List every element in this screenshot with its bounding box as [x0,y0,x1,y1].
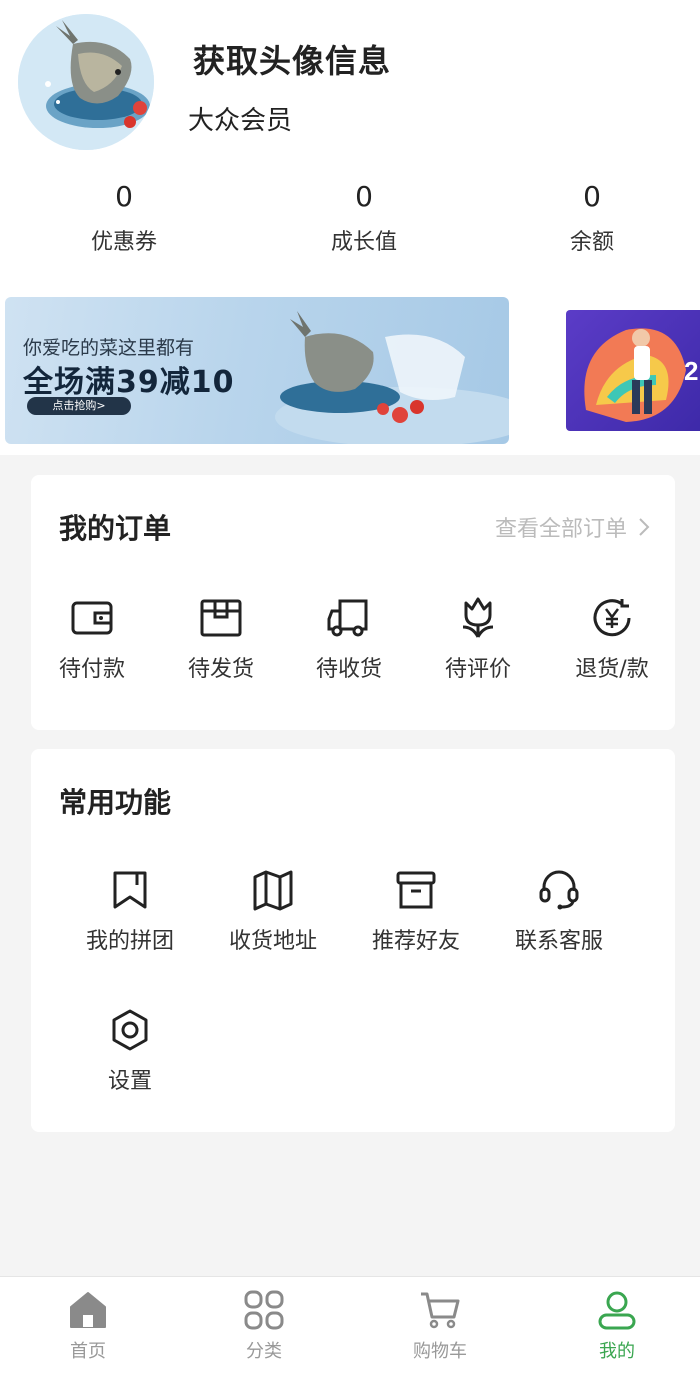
function-group-buy[interactable]: 我的拼团 [70,867,190,955]
view-all-label: 查看全部订单 [494,517,627,542]
stat-value: 0 [583,180,601,213]
svg-text:2: 2 [684,356,698,386]
order-refund[interactable]: 退货/款 [552,595,672,683]
stat-growth[interactable]: 0 成长值 [284,180,444,256]
order-pending-review[interactable]: 待评价 [418,595,538,683]
function-item-label: 我的拼团 [85,929,174,954]
wallet-icon [71,601,113,635]
function-item-label: 推荐好友 [371,929,460,954]
banner-headline: 全场满39减10 [23,365,235,400]
banner-illustration: 2 [584,328,698,422]
bottom-tab-bar: 首页 分类 购物车 我的 [0,1276,700,1378]
bookmark-icon [113,871,147,909]
order-item-label: 待付款 [58,657,125,682]
stat-value: 0 [355,180,373,213]
hexagon-settings-icon [112,1009,148,1051]
member-level: 大众会员 [188,106,293,136]
profile-page: 获取头像信息 大众会员 0 优惠券 0 成长值 0 余额 你爱吃的菜这里都有 全… [0,0,700,1378]
cart-icon [421,1292,460,1329]
category-grid-icon [244,1290,284,1330]
function-item-label: 联系客服 [514,929,603,954]
stat-value: 0 [115,180,133,213]
tab-label: 购物车 [413,1341,467,1362]
order-item-label: 待发货 [187,657,254,682]
promo-banner[interactable]: 你爱吃的菜这里都有 全场满39减10 点击抢购> [5,297,509,444]
order-pending-receipt[interactable]: 待收货 [289,595,409,683]
tab-label: 我的 [599,1341,635,1362]
stat-coupons[interactable]: 0 优惠券 [44,180,204,256]
user-icon [598,1291,636,1330]
function-invite-friend[interactable]: 推荐好友 [356,867,476,955]
tab-mine[interactable]: 我的 [557,1289,677,1363]
function-item-label: 设置 [107,1069,152,1094]
stat-balance[interactable]: 0 余额 [512,180,672,256]
function-settings[interactable]: 设置 [70,1007,190,1095]
tulip-icon [462,597,494,638]
order-item-label: 待评价 [444,657,511,682]
orders-card: 我的订单 查看全部订单 待付款 待发货 待收货 待评价 退货/款 [31,475,675,730]
banner-cta-button[interactable]: 点击抢购> [27,397,131,415]
yuan-refund-icon [593,599,631,637]
tab-cart[interactable]: 购物车 [380,1289,500,1363]
tab-category[interactable]: 分类 [204,1289,324,1363]
stat-label: 成长值 [330,230,397,255]
order-pending-shipment[interactable]: 待发货 [161,595,281,683]
archive-box-icon [396,871,436,909]
order-item-label: 退货/款 [575,657,649,682]
stat-label: 优惠券 [90,230,157,255]
view-all-orders-link[interactable]: 查看全部订单 [495,511,651,543]
banner-subtitle: 你爱吃的菜这里都有 [23,337,195,359]
functions-card: 常用功能 我的拼团 收货地址 推荐好友 联系客服 设置 [31,749,675,1132]
function-item-label: 收货地址 [228,929,317,954]
truck-icon [327,599,368,637]
promo-banner-next[interactable]: 2 [566,310,700,431]
order-pending-payment[interactable]: 待付款 [32,595,152,683]
profile-header: 获取头像信息 大众会员 0 优惠券 0 成长值 0 余额 你爱吃的菜这里都有 全… [0,0,700,455]
function-address[interactable]: 收货地址 [213,867,333,955]
fish-avatar-image [18,14,154,150]
package-icon [200,599,242,637]
function-customer-service[interactable]: 联系客服 [499,867,619,955]
order-item-label: 待收货 [315,657,382,682]
home-icon [70,1292,106,1328]
headset-icon [539,870,579,910]
map-icon [253,870,293,911]
functions-title: 常用功能 [59,786,172,819]
chevron-right-icon [639,518,650,536]
stat-label: 余额 [569,230,614,255]
tab-label: 分类 [246,1341,282,1362]
tab-label: 首页 [70,1341,106,1362]
nickname[interactable]: 获取头像信息 [193,36,391,82]
avatar[interactable] [18,14,154,150]
orders-title: 我的订单 [59,512,172,545]
tab-home[interactable]: 首页 [28,1289,148,1363]
